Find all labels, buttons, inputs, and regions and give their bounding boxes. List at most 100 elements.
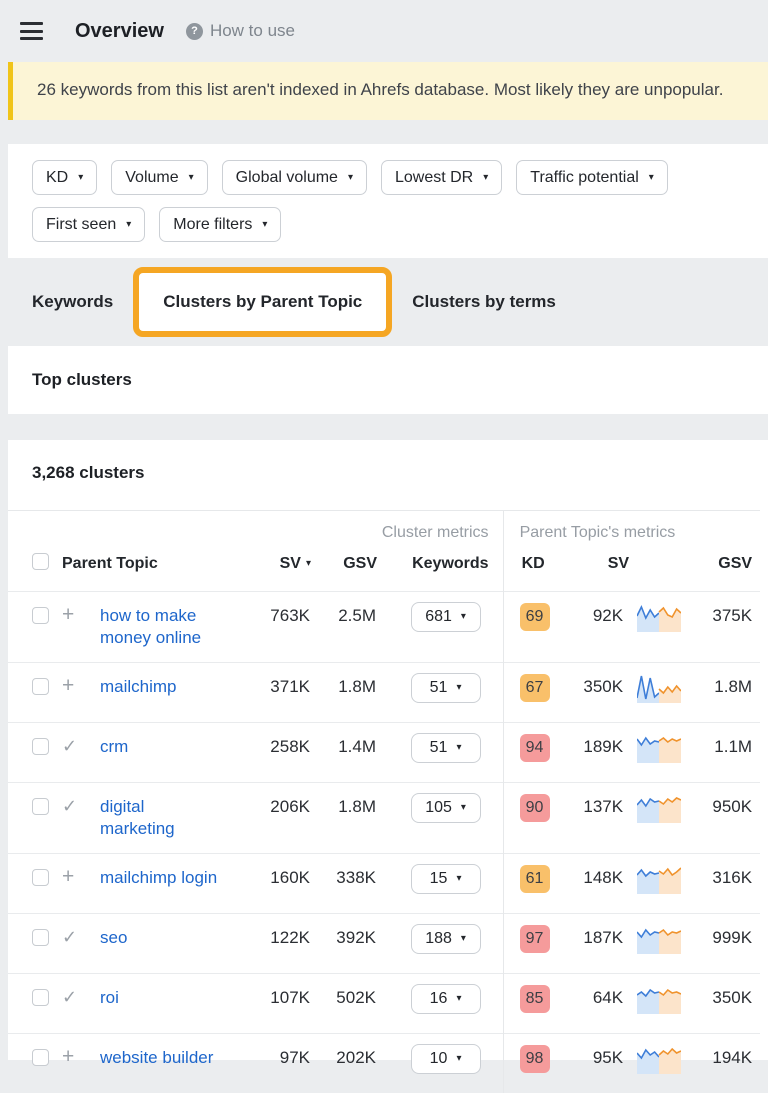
table-row: + mailchimp login 160K 338K 15▾ 61 148K … bbox=[8, 854, 760, 914]
kd-badge: 85 bbox=[520, 985, 550, 1013]
row-checkbox[interactable] bbox=[32, 798, 49, 815]
how-to-use-link[interactable]: ? How to use bbox=[186, 21, 295, 41]
filter-button-kd[interactable]: KD▾ bbox=[32, 160, 97, 195]
column-header-kd[interactable]: KD bbox=[503, 543, 571, 592]
table-row: ✓ roi 107K 502K 16▾ 85 64K 350K bbox=[8, 974, 760, 1034]
parent-topic-link[interactable]: roi bbox=[100, 987, 119, 1009]
row-checkbox[interactable] bbox=[32, 678, 49, 695]
check-icon[interactable]: ✓ bbox=[62, 736, 77, 756]
caret-down-icon: ▾ bbox=[483, 173, 488, 183]
caret-down-icon: ▾ bbox=[126, 220, 131, 230]
keywords-dropdown[interactable]: 15▾ bbox=[411, 864, 481, 894]
keywords-dropdown[interactable]: 681▾ bbox=[411, 602, 481, 632]
table-row: + website builder 97K 202K 10▾ 98 95K 19… bbox=[8, 1034, 760, 1093]
parent-topic-link[interactable]: crm bbox=[100, 736, 128, 758]
column-header-gsv[interactable]: GSV bbox=[311, 543, 377, 592]
caret-down-icon: ▾ bbox=[456, 683, 461, 693]
keywords-dropdown[interactable]: 188▾ bbox=[411, 924, 481, 954]
keywords-dropdown[interactable]: 16▾ bbox=[411, 984, 481, 1014]
row-checkbox[interactable] bbox=[32, 869, 49, 886]
row-checkbox[interactable] bbox=[32, 1049, 49, 1066]
row-checkbox[interactable] bbox=[32, 989, 49, 1006]
parent-topic-link[interactable]: mailchimp bbox=[100, 676, 177, 698]
caret-down-icon: ▾ bbox=[456, 1054, 461, 1064]
table-row: ✓ seo 122K 392K 188▾ 97 187K 999K bbox=[8, 914, 760, 974]
caret-down-icon: ▾ bbox=[78, 173, 83, 183]
parent-topic-link[interactable]: mailchimp login bbox=[100, 867, 217, 889]
parent-gsv-value: 999K bbox=[689, 914, 760, 974]
filter-bar: KD▾ Volume▾ Global volume▾ Lowest DR▾ Traffi… bbox=[8, 144, 768, 258]
keywords-dropdown[interactable]: 105▾ bbox=[411, 793, 481, 823]
cluster-sv-value: 122K bbox=[240, 914, 311, 974]
tab-bar: Keywords Clusters by Parent Topic Cluste… bbox=[0, 258, 768, 346]
row-checkbox[interactable] bbox=[32, 738, 49, 755]
parent-topic-link[interactable]: how to make money online bbox=[100, 605, 222, 649]
table-row: ✓ crm 258K 1.4M 51▾ 94 189K 1.1M bbox=[8, 723, 760, 783]
cluster-gsv-value: 2.5M bbox=[311, 592, 377, 663]
group-header-row: Cluster metrics Parent Topic's metrics bbox=[8, 511, 760, 544]
plus-icon[interactable]: + bbox=[62, 674, 74, 697]
parent-gsv-value: 350K bbox=[689, 974, 760, 1034]
caret-down-icon: ▾ bbox=[189, 173, 194, 183]
parent-sv-value: 148K bbox=[571, 854, 629, 914]
trend-sparkline-chart bbox=[637, 673, 681, 703]
parent-sv-value: 189K bbox=[571, 723, 629, 783]
cluster-sv-value: 258K bbox=[240, 723, 311, 783]
filter-button-lowest-dr[interactable]: Lowest DR▾ bbox=[381, 160, 502, 195]
trend-sparkline-chart bbox=[637, 1044, 681, 1074]
filter-button-global-volume[interactable]: Global volume▾ bbox=[222, 160, 367, 195]
row-checkbox[interactable] bbox=[32, 929, 49, 946]
column-header-parent-gsv[interactable]: GSV bbox=[689, 543, 760, 592]
keywords-dropdown[interactable]: 10▾ bbox=[411, 1044, 481, 1074]
table-row: + mailchimp 371K 1.8M 51▾ 67 350K 1.8M bbox=[8, 663, 760, 723]
tab-clusters-by-parent-topic[interactable]: Clusters by Parent Topic bbox=[133, 267, 392, 337]
cluster-sv-value: 107K bbox=[240, 974, 311, 1034]
how-to-use-label: How to use bbox=[210, 21, 295, 41]
cluster-gsv-value: 1.4M bbox=[311, 723, 377, 783]
kd-badge: 67 bbox=[520, 674, 550, 702]
plus-icon[interactable]: + bbox=[62, 865, 74, 888]
keywords-dropdown[interactable]: 51▾ bbox=[411, 733, 481, 763]
top-clusters-heading: Top clusters bbox=[8, 346, 768, 414]
parent-topic-link[interactable]: seo bbox=[100, 927, 127, 949]
column-header-keywords[interactable]: Keywords bbox=[377, 543, 503, 592]
clusters-count: 3,268 clusters bbox=[8, 462, 768, 484]
hamburger-menu-icon[interactable] bbox=[20, 22, 43, 40]
parent-gsv-value: 316K bbox=[689, 854, 760, 914]
caret-down-icon: ▾ bbox=[456, 994, 461, 1004]
trend-sparkline-chart bbox=[637, 602, 681, 632]
plus-icon[interactable]: + bbox=[62, 603, 74, 626]
column-header-sv[interactable]: SV▾ bbox=[240, 543, 311, 592]
trend-sparkline-chart bbox=[637, 864, 681, 894]
tab-keywords[interactable]: Keywords bbox=[32, 292, 113, 312]
kd-badge: 98 bbox=[520, 1045, 550, 1073]
trend-sparkline-chart bbox=[637, 793, 681, 823]
filter-button-traffic-potential[interactable]: Traffic potential▾ bbox=[516, 160, 668, 195]
filter-row-1: KD▾ Volume▾ Global volume▾ Lowest DR▾ Traffi… bbox=[32, 160, 744, 195]
plus-icon[interactable]: + bbox=[62, 1045, 74, 1068]
filter-button-more-filters[interactable]: More filters▾ bbox=[159, 207, 281, 242]
cluster-gsv-value: 392K bbox=[311, 914, 377, 974]
caret-down-icon: ▾ bbox=[461, 803, 466, 813]
column-header-parent-topic[interactable]: Parent Topic bbox=[54, 543, 240, 592]
parent-topic-link[interactable]: website builder bbox=[100, 1047, 213, 1069]
check-icon[interactable]: ✓ bbox=[62, 927, 77, 947]
keywords-dropdown[interactable]: 51▾ bbox=[411, 673, 481, 703]
parent-sv-value: 187K bbox=[571, 914, 629, 974]
clusters-table-card: 3,268 clusters Cluster metrics Parent To… bbox=[8, 440, 768, 1060]
parent-gsv-value: 375K bbox=[689, 592, 760, 663]
column-header-row: Parent Topic SV▾ GSV Keywords KD SV GSV bbox=[8, 543, 760, 592]
check-icon[interactable]: ✓ bbox=[62, 987, 77, 1007]
tab-clusters-by-terms[interactable]: Clusters by terms bbox=[412, 292, 556, 312]
sort-desc-icon: ▾ bbox=[306, 558, 311, 569]
cluster-gsv-value: 502K bbox=[311, 974, 377, 1034]
filter-button-first-seen[interactable]: First seen▾ bbox=[32, 207, 145, 242]
select-all-checkbox[interactable] bbox=[32, 553, 49, 570]
row-checkbox[interactable] bbox=[32, 607, 49, 624]
column-header-parent-sv[interactable]: SV bbox=[571, 543, 629, 592]
check-icon[interactable]: ✓ bbox=[62, 796, 77, 816]
filter-button-volume[interactable]: Volume▾ bbox=[111, 160, 207, 195]
clusters-table: Cluster metrics Parent Topic's metrics P… bbox=[8, 510, 760, 1093]
parent-topic-link[interactable]: digital marketing bbox=[100, 796, 222, 840]
notice-banner: 26 keywords from this list aren't indexe… bbox=[8, 62, 768, 120]
